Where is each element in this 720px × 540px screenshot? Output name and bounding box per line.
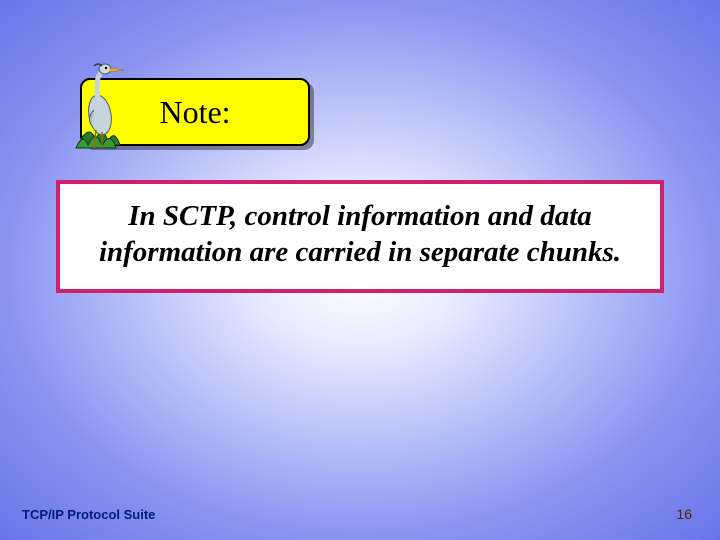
note-label: Note: (159, 94, 230, 131)
heron-icon (68, 60, 138, 155)
page-number: 16 (676, 506, 692, 522)
content-box: In SCTP, control information and data in… (56, 180, 664, 293)
content-text: In SCTP, control information and data in… (68, 198, 652, 271)
slide: Note: In SCTP, control information and d… (0, 0, 720, 540)
footer-title: TCP/IP Protocol Suite (22, 507, 155, 522)
